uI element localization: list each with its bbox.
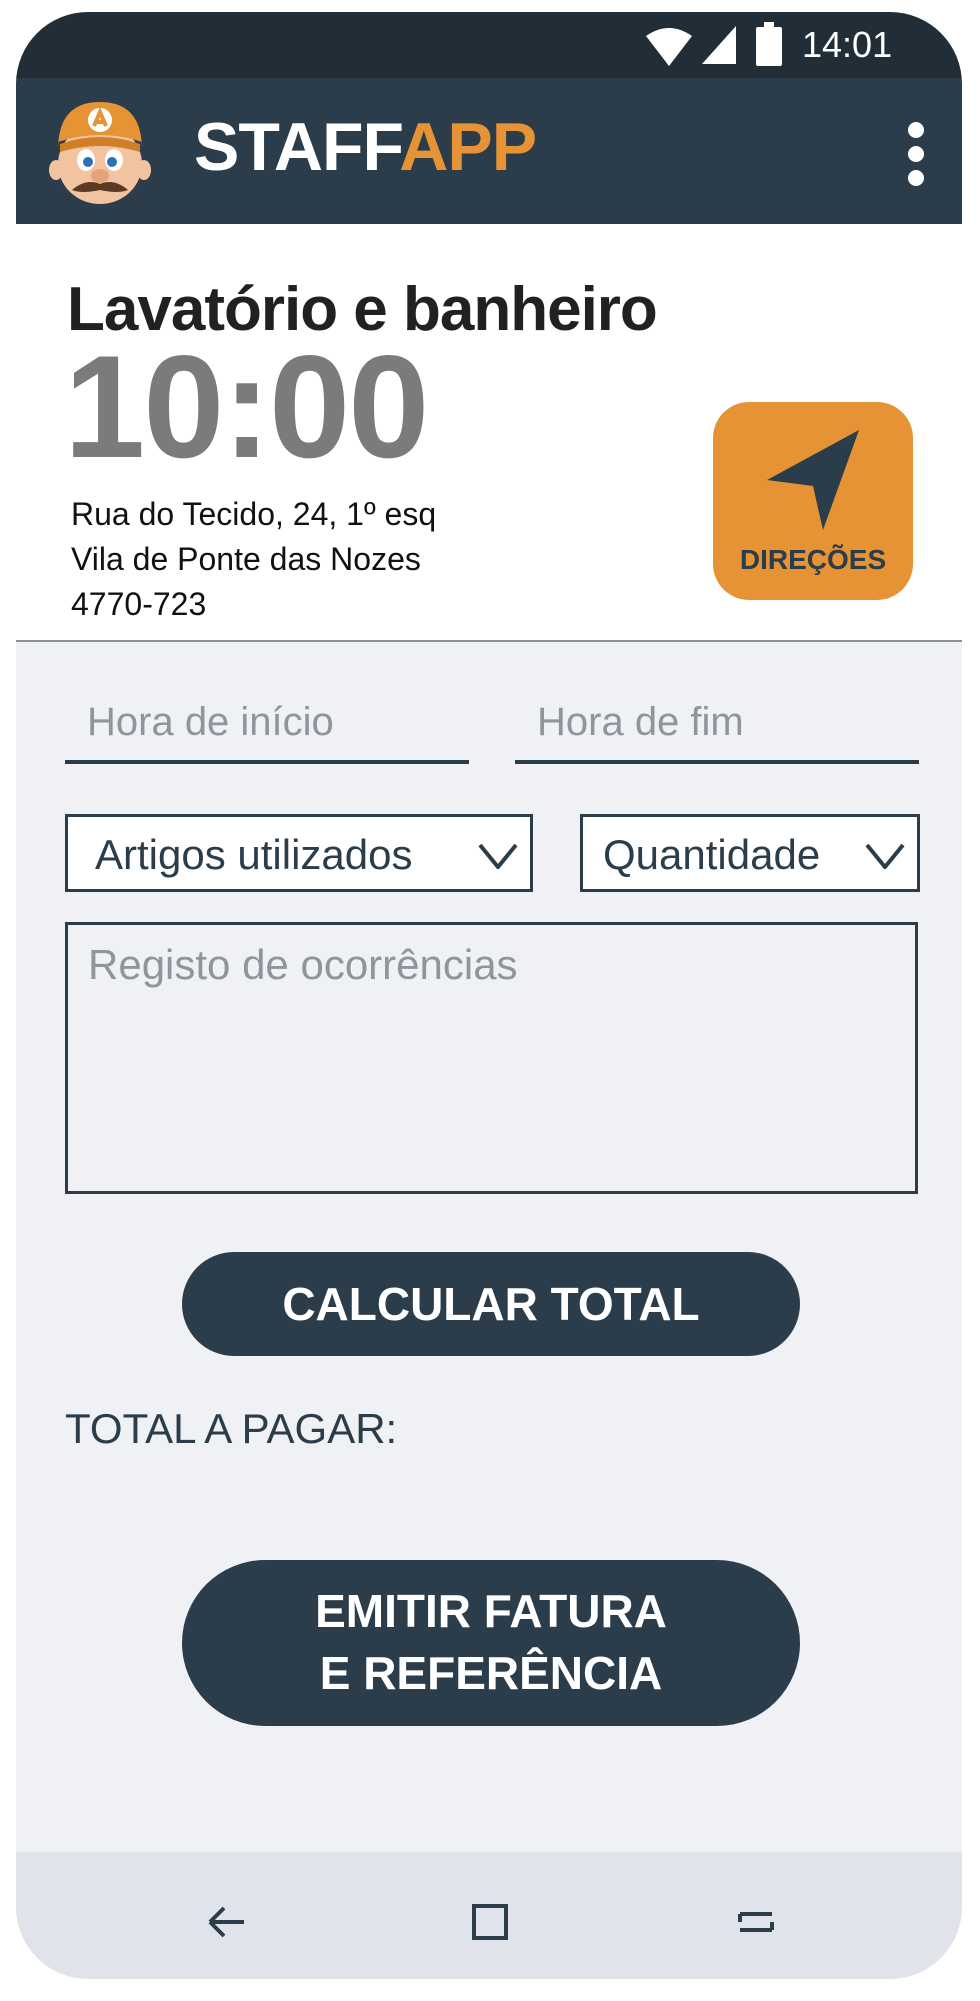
address-line-2: Vila de Ponte das Nozes (71, 541, 421, 577)
wifi-icon (646, 28, 692, 66)
issue-invoice-label-line-1: EMITIR FATURA (315, 1585, 667, 1637)
directions-label: DIREÇÕES (739, 544, 887, 575)
brand-part-app: APP (399, 109, 537, 185)
system-nav-bar (16, 1852, 962, 1979)
navigation-arrow-icon (767, 430, 859, 530)
quantity-label: Quantidade (603, 831, 821, 878)
home-icon[interactable] (460, 1892, 520, 1952)
recents-icon[interactable] (726, 1892, 786, 1952)
issue-invoice-label-line-2: E REFERÊNCIA (319, 1647, 663, 1699)
mascot-logo-icon (49, 102, 151, 204)
start-time-input[interactable]: Hora de início (87, 700, 334, 745)
occurrence-log-textarea[interactable]: Registo de ocorrências (65, 922, 918, 1194)
end-time-input[interactable]: Hora de fim (537, 700, 744, 745)
job-header: Lavatório e banheiro 10:00 Rua do Tecido… (16, 224, 962, 642)
address-line-1: Rua do Tecido, 24, 1º esq (71, 496, 437, 532)
start-time-underline (65, 760, 469, 764)
app-bar: STAFFAPP (16, 78, 962, 224)
directions-button[interactable]: DIREÇÕES (713, 402, 913, 600)
total-to-pay-label: TOTAL A PAGAR: (65, 1405, 398, 1452)
occurrence-log-placeholder: Registo de ocorrências (88, 941, 518, 988)
calculate-total-button[interactable]: CALCULAR TOTAL (182, 1252, 800, 1356)
phone-screen: 14:01 STAFFAPP Lavatório e banheiro 10:0… (16, 12, 962, 1979)
status-time: 14:01 (802, 24, 893, 65)
items-used-label: Artigos utilizados (95, 831, 413, 878)
battery-icon (756, 22, 782, 66)
app-brand: STAFFAPP (194, 108, 537, 186)
chevron-down-icon (865, 843, 905, 869)
back-icon[interactable] (196, 1892, 256, 1952)
job-time: 10:00 (64, 325, 429, 488)
postal-code: 4770-723 (71, 586, 207, 622)
issue-invoice-button[interactable]: EMITIR FATURA E REFERÊNCIA (182, 1560, 800, 1726)
chevron-down-icon (478, 843, 518, 869)
items-used-select[interactable]: Artigos utilizados (65, 814, 533, 892)
brand-part-staff: STAFF (194, 109, 400, 185)
end-time-underline (515, 760, 919, 764)
status-bar: 14:01 (16, 12, 962, 78)
more-vertical-icon[interactable] (904, 122, 928, 186)
quantity-select[interactable]: Quantidade (580, 814, 920, 892)
signal-icon (702, 26, 736, 64)
